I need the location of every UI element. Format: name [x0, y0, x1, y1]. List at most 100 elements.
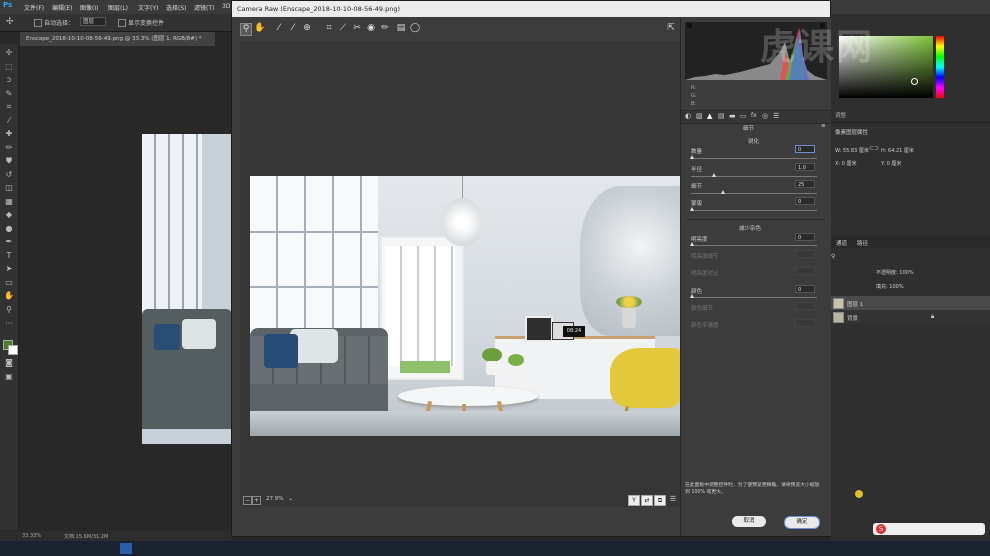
shadow-clip-icon[interactable] — [687, 23, 692, 28]
before-after-y-icon[interactable]: Y — [628, 495, 640, 506]
sharpen-masking-knob[interactable] — [690, 207, 694, 211]
spot-removal-icon[interactable]: ✂ — [352, 23, 362, 34]
zoom-icon[interactable]: ⚲ — [4, 305, 14, 315]
graduated-filter-icon[interactable]: ▤ — [396, 23, 406, 34]
healing-icon[interactable]: ✚ — [4, 129, 14, 139]
presets-tab-icon[interactable]: ☰ — [773, 112, 779, 120]
height-field[interactable]: H: 64.21 厘米 — [881, 147, 914, 154]
split-toning-tab-icon[interactable]: ▬ — [729, 112, 736, 120]
sharpen-masking-value[interactable]: 0 — [795, 197, 815, 205]
swap-before-after-icon[interactable]: ⇄ — [641, 495, 653, 506]
tone-curve-tab-icon[interactable]: ▨ — [696, 112, 703, 120]
toggle-settings-icon[interactable]: ☰ — [668, 495, 678, 504]
sharpen-radius-knob[interactable] — [712, 173, 716, 177]
basic-tab-icon[interactable]: ◐ — [685, 112, 691, 120]
stamp-icon[interactable]: ⛊ — [4, 156, 14, 166]
crop-tool-icon[interactable]: ⌗ — [324, 23, 334, 34]
copy-settings-icon[interactable]: ⧉ — [654, 495, 666, 506]
sharpen-detail-value[interactable]: 25 — [795, 180, 815, 188]
dodge-icon[interactable]: ● — [4, 224, 14, 234]
eraser-icon[interactable]: ◫ — [4, 183, 14, 193]
luminance-value[interactable]: 0 — [795, 233, 815, 241]
screen-mode-icon[interactable]: ▣ — [4, 372, 14, 382]
hand-icon[interactable]: ✋ — [4, 291, 14, 301]
kind-filter-icon[interactable]: ⚲ — [831, 253, 835, 260]
opacity-field[interactable]: 不透明度: 100% — [876, 269, 914, 276]
hand-tool-icon[interactable]: ✋ — [254, 23, 265, 34]
zoom-in-icon[interactable]: + — [252, 496, 261, 505]
cancel-button[interactable]: 取消 — [732, 516, 766, 527]
more-tools-icon[interactable]: ··· — [4, 319, 14, 329]
eyedropper-icon[interactable]: ⁄ — [4, 116, 14, 126]
crop-icon[interactable]: ⌗ — [4, 102, 14, 112]
color-noise-knob[interactable] — [690, 294, 694, 298]
color-picker-cursor[interactable] — [911, 78, 918, 85]
layer-name[interactable]: 背景 — [847, 314, 858, 322]
radial-filter-icon[interactable]: ◯ — [410, 23, 420, 34]
zoom-out-icon[interactable]: − — [243, 496, 252, 505]
menu-layer[interactable]: 图层(L) — [108, 3, 128, 12]
fx-tab-icon[interactable]: fx — [751, 112, 757, 119]
input-method-bar[interactable]: S — [873, 523, 985, 535]
zoom-level[interactable]: 27.9% — [266, 496, 283, 502]
preview-image[interactable]: 08:24 — [250, 176, 681, 436]
adjustments-tab[interactable]: 调整 — [835, 111, 846, 119]
background-color-swatch[interactable] — [8, 345, 18, 355]
gradient-icon[interactable]: ▦ — [4, 197, 14, 207]
layer-row-2[interactable]: 背景 🔒︎ — [831, 310, 990, 324]
type-icon[interactable]: T — [4, 251, 14, 261]
x-field[interactable]: X: 0 厘米 — [835, 160, 856, 167]
path-select-icon[interactable]: ➤ — [4, 264, 14, 274]
open-preferences-icon[interactable]: ⇱ — [666, 23, 676, 34]
color-sampler-icon[interactable]: ⁄ — [288, 23, 298, 34]
sharpen-detail-knob[interactable] — [721, 190, 725, 194]
color-noise-value[interactable]: 0 — [795, 285, 815, 293]
shape-icon[interactable]: ▭ — [4, 278, 14, 288]
marquee-icon[interactable]: ⬚ — [4, 62, 14, 72]
straighten-icon[interactable]: ⟋ — [338, 23, 348, 34]
move-icon[interactable]: ✢ — [4, 48, 14, 58]
target-adjust-icon[interactable]: ⊕ — [302, 23, 312, 34]
blur-icon[interactable]: ◆ — [4, 210, 14, 220]
ok-button[interactable]: 确定 — [784, 516, 820, 529]
lasso-icon[interactable]: ↄ — [4, 75, 14, 85]
auto-select-checkbox[interactable] — [34, 19, 42, 27]
sharpen-amount-slider[interactable] — [691, 158, 817, 159]
menu-filter[interactable]: 滤镜(T) — [194, 3, 214, 12]
sharpen-radius-value[interactable]: 1.0 — [795, 163, 815, 171]
menu-select[interactable]: 选择(S) — [166, 3, 187, 12]
zoom-dropdown-icon[interactable]: ⌄ — [288, 495, 293, 502]
fill-field[interactable]: 填充: 100% — [876, 283, 904, 290]
document-tab[interactable]: Enscape_2018-10-10-08-56-49.png @ 33.3% … — [20, 32, 215, 46]
layer-row-1[interactable]: 图层 1 — [831, 296, 990, 310]
history-brush-icon[interactable]: ↺ — [4, 170, 14, 180]
width-field[interactable]: W: 55.83 厘米 — [835, 147, 869, 154]
y-field[interactable]: Y: 0 厘米 — [881, 160, 901, 167]
camera-calibration-tab-icon[interactable]: ◎ — [762, 112, 768, 120]
taskbar-app-icon[interactable] — [120, 543, 132, 554]
red-eye-icon[interactable]: ◉ — [366, 23, 376, 34]
link-icon[interactable]: ⊂⊃ — [869, 145, 879, 152]
quick-mask-icon[interactable]: ◙ — [4, 358, 14, 368]
layer-select-dropdown[interactable]: 图层 — [80, 17, 106, 26]
show-transform-checkbox[interactable] — [118, 19, 126, 27]
color-noise-slider[interactable] — [691, 297, 817, 298]
panel-menu-icon[interactable]: ≡ — [821, 123, 826, 129]
move-tool-icon[interactable]: ✢ — [6, 17, 14, 27]
zoom-tool-icon[interactable]: ⚲ — [240, 23, 252, 36]
luminance-knob[interactable] — [690, 242, 694, 246]
luminance-slider[interactable] — [691, 245, 817, 246]
layer-name[interactable]: 图层 1 — [847, 300, 863, 308]
menu-file[interactable]: 文件(F) — [24, 3, 44, 12]
sharpen-amount-knob[interactable] — [690, 155, 694, 159]
menu-3d[interactable]: 3D — [222, 3, 230, 10]
detail-tab-icon[interactable]: ▲ — [707, 112, 712, 120]
brush-icon[interactable]: ✏ — [4, 143, 14, 153]
hsl-tab-icon[interactable]: ▤ — [718, 112, 725, 120]
menu-edit[interactable]: 编辑(E) — [52, 3, 72, 12]
quick-select-icon[interactable]: ✎ — [4, 89, 14, 99]
sharpen-amount-value[interactable]: 0 — [795, 145, 815, 153]
adjust-brush-icon[interactable]: ✏ — [380, 23, 390, 34]
white-balance-icon[interactable]: ⁄ — [274, 23, 284, 34]
paths-tab[interactable]: 路径 — [857, 239, 868, 247]
